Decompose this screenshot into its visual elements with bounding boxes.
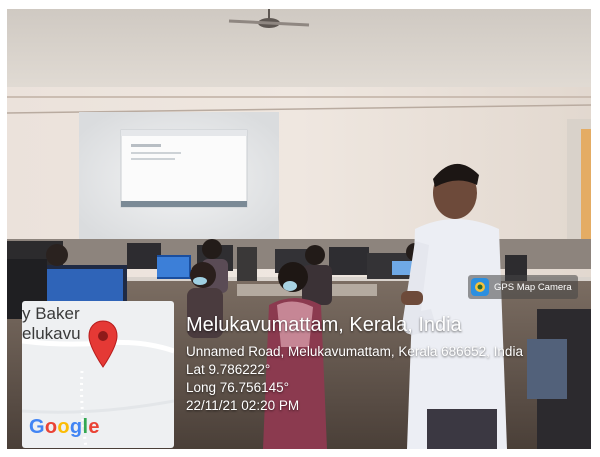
- camera-app-icon: [471, 278, 489, 296]
- location-map: y Baker elukavu Google: [22, 301, 174, 448]
- photo-frame: y Baker elukavu Google GPS Map Camera Me…: [7, 9, 591, 449]
- map-place-label-bottom: elukavu: [22, 324, 81, 343]
- gps-camera-badge: GPS Map Camera: [468, 275, 578, 299]
- map-pin-icon: [88, 320, 118, 368]
- location-address: Unnamed Road, Melukavumattam, Kerala 686…: [186, 344, 523, 359]
- location-latitude: Lat 9.786222°: [186, 362, 271, 377]
- location-info: Melukavumattam, Kerala, India Unnamed Ro…: [186, 314, 523, 415]
- location-longitude: Long 76.756145°: [186, 380, 289, 395]
- google-logo: Google: [29, 416, 100, 438]
- map-place-label-top: y Baker: [22, 304, 80, 323]
- location-datetime: 22/11/21 02:20 PM: [186, 398, 300, 413]
- location-title: Melukavumattam, Kerala, India: [186, 314, 462, 336]
- badge-label: GPS Map Camera: [494, 281, 572, 293]
